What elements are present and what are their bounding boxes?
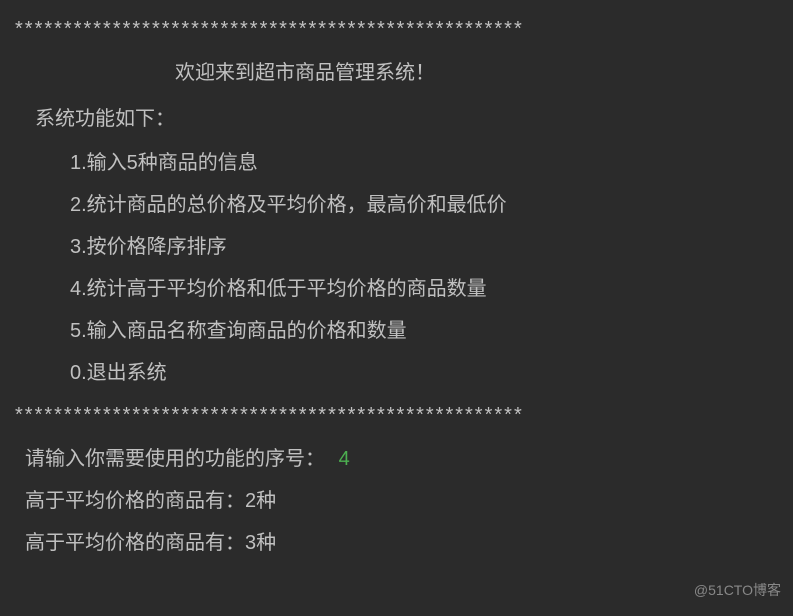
prompt-line: 请输入你需要使用的功能的序号： 4 [15, 440, 778, 478]
menu-subtitle: 系统功能如下： [15, 100, 778, 138]
user-input[interactable]: 4 [339, 448, 350, 470]
separator-bottom: ****************************************… [15, 396, 778, 434]
result-line-2: 高于平均价格的商品有：3种 [15, 524, 778, 562]
menu-item-2: 2.统计商品的总价格及平均价格，最高价和最低价 [70, 186, 778, 224]
watermark: @51CTO博客 [694, 577, 781, 604]
menu-list: 1.输入5种商品的信息 2.统计商品的总价格及平均价格，最高价和最低价 3.按价… [15, 144, 778, 392]
result-line-1: 高于平均价格的商品有：2种 [15, 482, 778, 520]
prompt-text: 请输入你需要使用的功能的序号： [25, 448, 325, 470]
menu-item-4: 4.统计高于平均价格和低于平均价格的商品数量 [70, 270, 778, 308]
menu-item-1: 1.输入5种商品的信息 [70, 144, 778, 182]
welcome-title: 欢迎来到超市商品管理系统！ [15, 54, 778, 92]
separator-top: ****************************************… [15, 10, 778, 48]
menu-item-0: 0.退出系统 [70, 354, 778, 392]
menu-item-5: 5.输入商品名称查询商品的价格和数量 [70, 312, 778, 350]
menu-item-3: 3.按价格降序排序 [70, 228, 778, 266]
